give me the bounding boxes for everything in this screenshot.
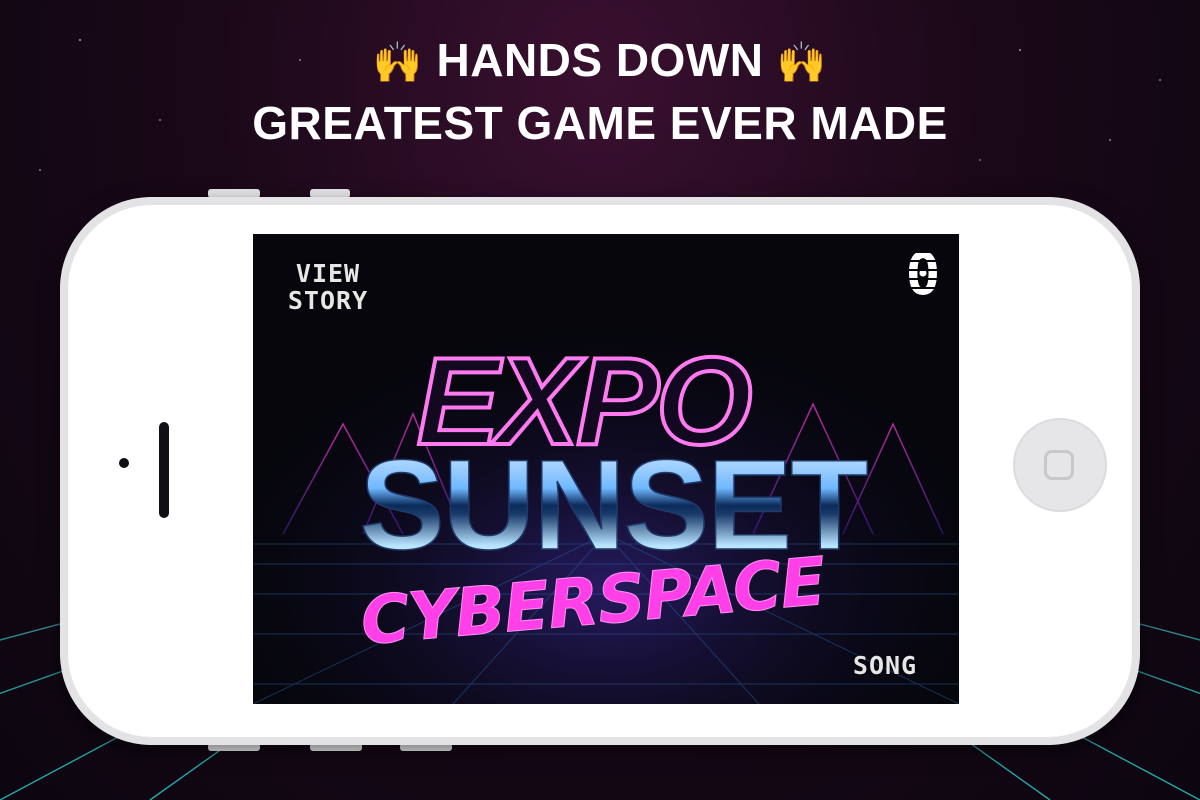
front-camera <box>119 458 129 468</box>
phone-speaker <box>159 422 169 518</box>
view-story-label-2: STORY <box>287 286 369 315</box>
headline-line-1: 🙌 HANDS DOWN 🙌 <box>0 30 1200 93</box>
game-screen[interactable]: EXPO SUNSET CYBERSPACE VIEW STORY SONG 0 <box>253 234 959 704</box>
raised-hands-emoji-right: 🙌 <box>776 40 828 86</box>
headline-text-1: HANDS DOWN <box>436 34 764 86</box>
view-story-button[interactable]: VIEW STORY <box>283 260 373 314</box>
score-stripe-overlay <box>901 244 945 304</box>
headline-line-2: GREATEST GAME EVER MADE <box>252 97 948 149</box>
raised-hands-emoji-left: 🙌 <box>372 40 424 86</box>
song-button[interactable]: SONG <box>845 652 925 679</box>
view-story-label-1: VIEW <box>295 259 361 288</box>
home-button-square-icon <box>1044 450 1074 480</box>
promo-headline: 🙌 HANDS DOWN 🙌 GREATEST GAME EVER MADE <box>0 30 1200 153</box>
